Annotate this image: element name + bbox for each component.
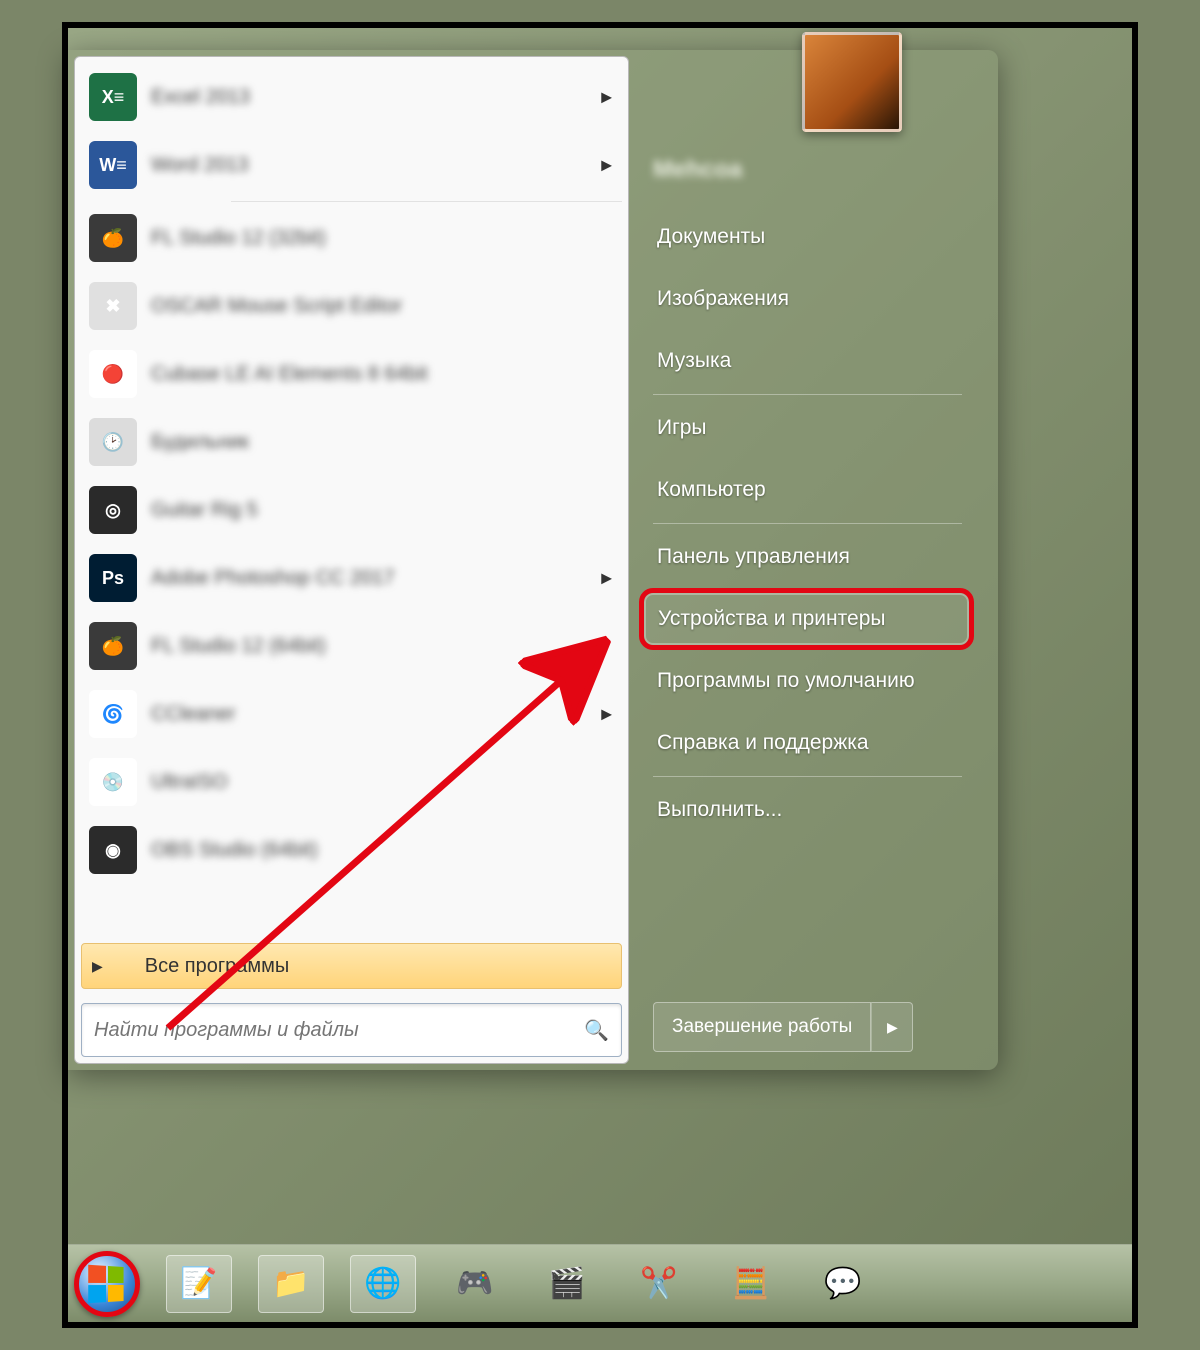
right-divider <box>653 776 962 777</box>
triangle-right-icon: ▶ <box>92 958 103 975</box>
right-item-run[interactable]: Выполнить... <box>653 779 974 841</box>
program-item-flstudio[interactable]: 🍊 FL Studio 12 (64bit) <box>81 612 622 680</box>
submenu-arrow-icon: ▶ <box>601 570 612 587</box>
cubase-icon: 🔴 <box>89 350 137 398</box>
start-menu-left-panel: X≡ Excel 2013 ▶ W≡ Word 2013 ▶ 🍊 FL Studio 12 (… <box>74 56 629 1064</box>
taskbar-item-mpc[interactable]: 🎬 <box>534 1255 600 1313</box>
program-item-clock[interactable]: 🕑 Будильник <box>81 408 622 476</box>
submenu-arrow-icon: ▶ <box>601 157 612 174</box>
start-menu-right-panel: Mehcoa Документы Изображения Музыка Игры… <box>629 56 992 1064</box>
right-item-default-programs[interactable]: Программы по умолчанию <box>653 650 974 712</box>
right-item-control-panel[interactable]: Панель управления <box>653 526 974 588</box>
windows-logo-icon <box>88 1264 123 1302</box>
photoshop-icon: Ps <box>89 554 137 602</box>
obs-icon: ◉ <box>89 826 137 874</box>
program-label: UltraISO <box>151 771 228 794</box>
program-label: Guitar Rig 5 <box>151 499 258 522</box>
program-label: Word 2013 <box>151 154 248 177</box>
program-item-guitarrig[interactable]: ◎ Guitar Rig 5 <box>81 476 622 544</box>
user-name-label[interactable]: Mehcoa <box>653 156 742 184</box>
shutdown-button[interactable]: Завершение работы <box>653 1002 871 1052</box>
taskbar-items: 📝 📁 🌐 🎮 🎬 ✂️ 🧮 💬 <box>166 1255 876 1313</box>
taskbar-item-snipping[interactable]: ✂️ <box>626 1255 692 1313</box>
program-item-flstudio[interactable]: 🍊 FL Studio 12 (32bit) <box>81 204 622 272</box>
user-avatar[interactable] <box>802 32 902 132</box>
right-item-computer[interactable]: Компьютер <box>653 459 974 521</box>
right-item-documents[interactable]: Документы <box>653 206 974 268</box>
word-icon: W≡ <box>89 141 137 189</box>
clock-icon: 🕑 <box>89 418 137 466</box>
program-label: CCleaner <box>151 703 235 726</box>
right-item-help[interactable]: Справка и поддержка <box>653 712 974 774</box>
oscar-icon: ✖ <box>89 282 137 330</box>
program-item-ultraiso[interactable]: 💿 UltraISO <box>81 748 622 816</box>
right-divider <box>653 523 962 524</box>
ultraiso-icon: 💿 <box>89 758 137 806</box>
excel-icon: X≡ <box>89 73 137 121</box>
recent-divider <box>231 201 622 202</box>
right-item-music[interactable]: Музыка <box>653 330 974 392</box>
taskbar-item-chrome[interactable]: 🌐 <box>350 1255 416 1313</box>
guitarrig-icon: ◎ <box>89 486 137 534</box>
program-item-ccleaner[interactable]: 🌀 CCleaner ▶ <box>81 680 622 748</box>
search-input[interactable] <box>94 1019 584 1042</box>
right-item-devices-printers[interactable]: Устройства и принтеры <box>639 588 974 650</box>
taskbar-item-calculator[interactable]: 🧮 <box>718 1255 784 1313</box>
start-button[interactable] <box>74 1251 140 1317</box>
submenu-arrow-icon: ▶ <box>601 706 612 723</box>
ccleaner-icon: 🌀 <box>89 690 137 738</box>
taskbar: 📝 📁 🌐 🎮 🎬 ✂️ 🧮 💬 <box>68 1244 1132 1322</box>
program-item-photoshop[interactable]: Ps Adobe Photoshop CC 2017 ▶ <box>81 544 622 612</box>
program-label: OSCAR Mouse Script Editor <box>151 295 402 318</box>
program-label: Excel 2013 <box>151 86 250 109</box>
taskbar-item-steam[interactable]: 🎮 <box>442 1255 508 1313</box>
program-item-obs[interactable]: ◉ OBS Studio (64bit) <box>81 816 622 884</box>
program-label: FL Studio 12 (32bit) <box>151 227 326 250</box>
right-item-games[interactable]: Игры <box>653 397 974 459</box>
taskbar-item-discord[interactable]: 💬 <box>810 1255 876 1313</box>
submenu-arrow-icon: ▶ <box>601 89 612 106</box>
flstudio-icon: 🍊 <box>89 214 137 262</box>
right-divider <box>653 394 962 395</box>
program-item-oscar[interactable]: ✖ OSCAR Mouse Script Editor <box>81 272 622 340</box>
program-label: Adobe Photoshop CC 2017 <box>151 567 395 590</box>
program-label: Cubase LE AI Elements 8 64bit <box>151 363 428 386</box>
program-item-word[interactable]: W≡ Word 2013 ▶ <box>81 131 622 199</box>
shutdown-dropdown[interactable]: ▶ <box>871 1002 913 1052</box>
shutdown-button-group: Завершение работы ▶ <box>653 1002 913 1052</box>
program-label: Будильник <box>151 431 249 454</box>
all-programs-button[interactable]: ▶ Все программы <box>81 943 622 989</box>
taskbar-item-notepad[interactable]: 📝 <box>166 1255 232 1313</box>
flstudio-icon: 🍊 <box>89 622 137 670</box>
all-programs-label: Все программы <box>145 955 290 978</box>
start-menu: X≡ Excel 2013 ▶ W≡ Word 2013 ▶ 🍊 FL Studio 12 (… <box>68 50 998 1070</box>
right-item-pictures[interactable]: Изображения <box>653 268 974 330</box>
program-item-cubase[interactable]: 🔴 Cubase LE AI Elements 8 64bit <box>81 340 622 408</box>
search-icon[interactable]: 🔍 <box>584 1018 609 1043</box>
program-label: FL Studio 12 (64bit) <box>151 635 326 658</box>
program-label: OBS Studio (64bit) <box>151 839 318 862</box>
program-item-excel[interactable]: X≡ Excel 2013 ▶ <box>81 63 622 131</box>
recent-programs-list: X≡ Excel 2013 ▶ W≡ Word 2013 ▶ 🍊 FL Studio 12 (… <box>81 63 622 939</box>
taskbar-item-explorer[interactable]: 📁 <box>258 1255 324 1313</box>
search-box[interactable]: 🔍 <box>81 1003 622 1057</box>
